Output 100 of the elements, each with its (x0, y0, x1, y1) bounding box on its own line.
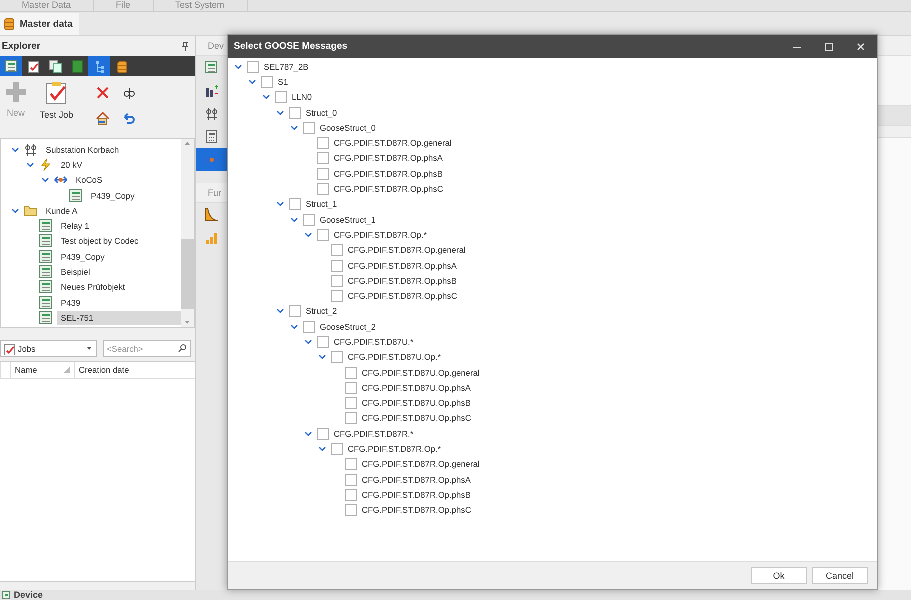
tree-item-label[interactable]: SEL787_2B (264, 62, 309, 72)
checkbox[interactable] (331, 290, 343, 302)
chevron-down-icon[interactable] (291, 126, 298, 130)
jobs-dropdown[interactable]: Jobs (0, 340, 97, 357)
checkbox[interactable] (303, 122, 315, 134)
tree-item-label[interactable]: CFG.PDIF.ST.D87U.Op.general (362, 368, 480, 378)
checkbox[interactable] (345, 382, 357, 394)
chevron-down-icon[interactable] (263, 95, 270, 100)
scrollbar[interactable] (181, 139, 194, 327)
checkbox[interactable] (317, 228, 329, 241)
chevron-down-icon[interactable] (319, 355, 326, 360)
checkbox[interactable] (303, 320, 315, 333)
tree-item[interactable]: SEL-751 (57, 310, 181, 325)
checkbox[interactable] (345, 488, 357, 501)
checkbox[interactable] (317, 168, 329, 180)
chevron-down-icon[interactable] (277, 110, 284, 115)
dialog-button[interactable]: Cancel (812, 567, 868, 584)
chevron-down-icon[interactable] (305, 232, 312, 237)
chevron-down-icon[interactable] (291, 218, 298, 222)
tree-item-label[interactable]: CFG.PDIF.ST.D87R.Op.phsC (362, 505, 472, 516)
tree-item-label[interactable]: Struct_0 (306, 108, 338, 118)
search-icon[interactable] (178, 344, 187, 353)
checkbox[interactable] (345, 412, 357, 424)
checkbox[interactable] (317, 137, 329, 150)
chevron-down-icon[interactable] (12, 208, 19, 213)
chevron-down-icon[interactable] (27, 162, 34, 167)
checkbox[interactable] (289, 106, 301, 119)
tree-item[interactable]: P439_Copy (57, 250, 109, 264)
tree-item-label[interactable]: CFG.PDIF.ST.D87U.Op.* (348, 352, 442, 362)
tree-item-label[interactable]: CFG.PDIF.ST.D87R.Op.phsB (334, 168, 443, 179)
checkbox[interactable] (331, 244, 343, 256)
tree-item-label[interactable]: CFG.PDIF.ST.D87R.Op.phsA (348, 260, 457, 270)
tree-item-label[interactable]: CFG.PDIF.ST.D87R.Op.phsB (348, 276, 457, 286)
tree-item-label[interactable]: Struct_1 (306, 199, 338, 210)
checkbox[interactable] (247, 60, 259, 73)
tree-item-label[interactable]: CFG.PDIF.ST.D87R.Op.* (334, 230, 428, 240)
checkbox[interactable] (317, 152, 329, 164)
tree-item-label[interactable]: CFG.PDIF.ST.D87R.Op.phsB (362, 490, 471, 500)
column-header[interactable]: Name (10, 362, 74, 378)
checkbox[interactable] (345, 474, 357, 486)
checkbox[interactable] (289, 198, 301, 210)
tree-item-label[interactable]: CFG.PDIF.ST.D87R.Op.phsA (362, 474, 471, 485)
tree-item[interactable]: 20 kV (57, 158, 86, 172)
checkbox[interactable] (331, 443, 343, 456)
chevron-down-icon[interactable] (277, 309, 284, 314)
tree-item[interactable]: P439_Copy (87, 188, 139, 203)
checkbox[interactable] (317, 428, 329, 440)
search-field[interactable]: <Search> (103, 340, 191, 357)
chevron-down-icon[interactable] (277, 202, 284, 206)
tree-item[interactable]: Test object by Codec (57, 234, 143, 248)
chevron-down-icon[interactable] (305, 340, 312, 344)
tree-item-label[interactable]: GooseStruct_1 (320, 214, 376, 225)
chevron-down-icon[interactable] (305, 432, 312, 436)
checkbox[interactable] (303, 214, 315, 226)
tree-item-label[interactable]: CFG.PDIF.ST.D87R.* (334, 428, 414, 439)
tree-item[interactable]: P439 (57, 296, 85, 310)
checkbox[interactable] (345, 458, 357, 470)
tree-item-label[interactable]: GooseStruct_0 (320, 122, 376, 133)
checkbox[interactable] (317, 183, 329, 196)
tree-item[interactable]: Neues Prüfobjekt (57, 280, 130, 294)
tree-item-label[interactable]: CFG.PDIF.ST.D87R.Op.general (348, 245, 466, 256)
tree-item-label[interactable]: CFG.PDIF.ST.D87R.Op.phsC (334, 184, 444, 194)
tree-item-label[interactable]: CFG.PDIF.ST.D87R.Op.general (362, 459, 480, 470)
tree-item[interactable]: Beispiel (57, 265, 94, 280)
tree-item-label[interactable]: CFG.PDIF.ST.D87U.Op.phsA (362, 382, 471, 393)
checkbox[interactable] (275, 91, 287, 104)
chevron-down-icon[interactable] (42, 178, 49, 182)
dialog-button[interactable]: Ok (751, 567, 807, 584)
tree-item-label[interactable]: CFG.PDIF.ST.D87R.Op.phsA (334, 153, 443, 164)
chevron-down-icon[interactable] (235, 64, 242, 69)
checkbox[interactable] (331, 351, 343, 364)
tree-item-label[interactable]: LLN0 (292, 92, 312, 102)
checkbox[interactable] (345, 397, 357, 410)
tree-item[interactable]: Kunde A (42, 204, 82, 218)
tree-item-label[interactable]: CFG.PDIF.ST.D87U.* (334, 336, 414, 347)
column-header[interactable]: Creation date (74, 362, 174, 378)
chevron-down-icon[interactable] (319, 447, 326, 452)
chevron-down-icon[interactable] (249, 80, 256, 84)
tree-item[interactable]: Relay 1 (57, 219, 94, 234)
tree-item[interactable]: Substation Korbach (42, 142, 124, 157)
tree-item-label[interactable]: CFG.PDIF.ST.D87U.Op.phsB (362, 398, 471, 408)
tree-item-label[interactable]: Struct_2 (306, 306, 338, 316)
tree-item-label[interactable]: CFG.PDIF.ST.D87R.Op.* (348, 444, 442, 454)
tree-item-label[interactable]: CFG.PDIF.ST.D87U.Op.phsC (362, 413, 472, 424)
tree-item-label[interactable]: S1 (278, 76, 288, 87)
checkbox[interactable] (345, 504, 357, 516)
pin-icon[interactable] (182, 42, 189, 50)
tree-item-label[interactable]: CFG.PDIF.ST.D87R.Op.phsC (348, 291, 458, 302)
checkbox[interactable] (345, 366, 357, 379)
ribbon-tab[interactable]: Master data (0, 13, 79, 35)
checkbox[interactable] (317, 336, 329, 348)
tree-item-label[interactable]: GooseStruct_2 (320, 322, 376, 332)
tree-item[interactable]: KoCoS (72, 173, 107, 188)
checkbox[interactable] (331, 274, 343, 287)
ribbon-button[interactable]: Test Job (38, 80, 76, 120)
checkbox[interactable] (331, 260, 343, 272)
chevron-down-icon[interactable] (12, 148, 19, 152)
tree-item-label[interactable]: CFG.PDIF.ST.D87R.Op.general (334, 138, 452, 148)
checkbox[interactable] (261, 76, 273, 88)
chevron-down-icon[interactable] (291, 324, 298, 329)
